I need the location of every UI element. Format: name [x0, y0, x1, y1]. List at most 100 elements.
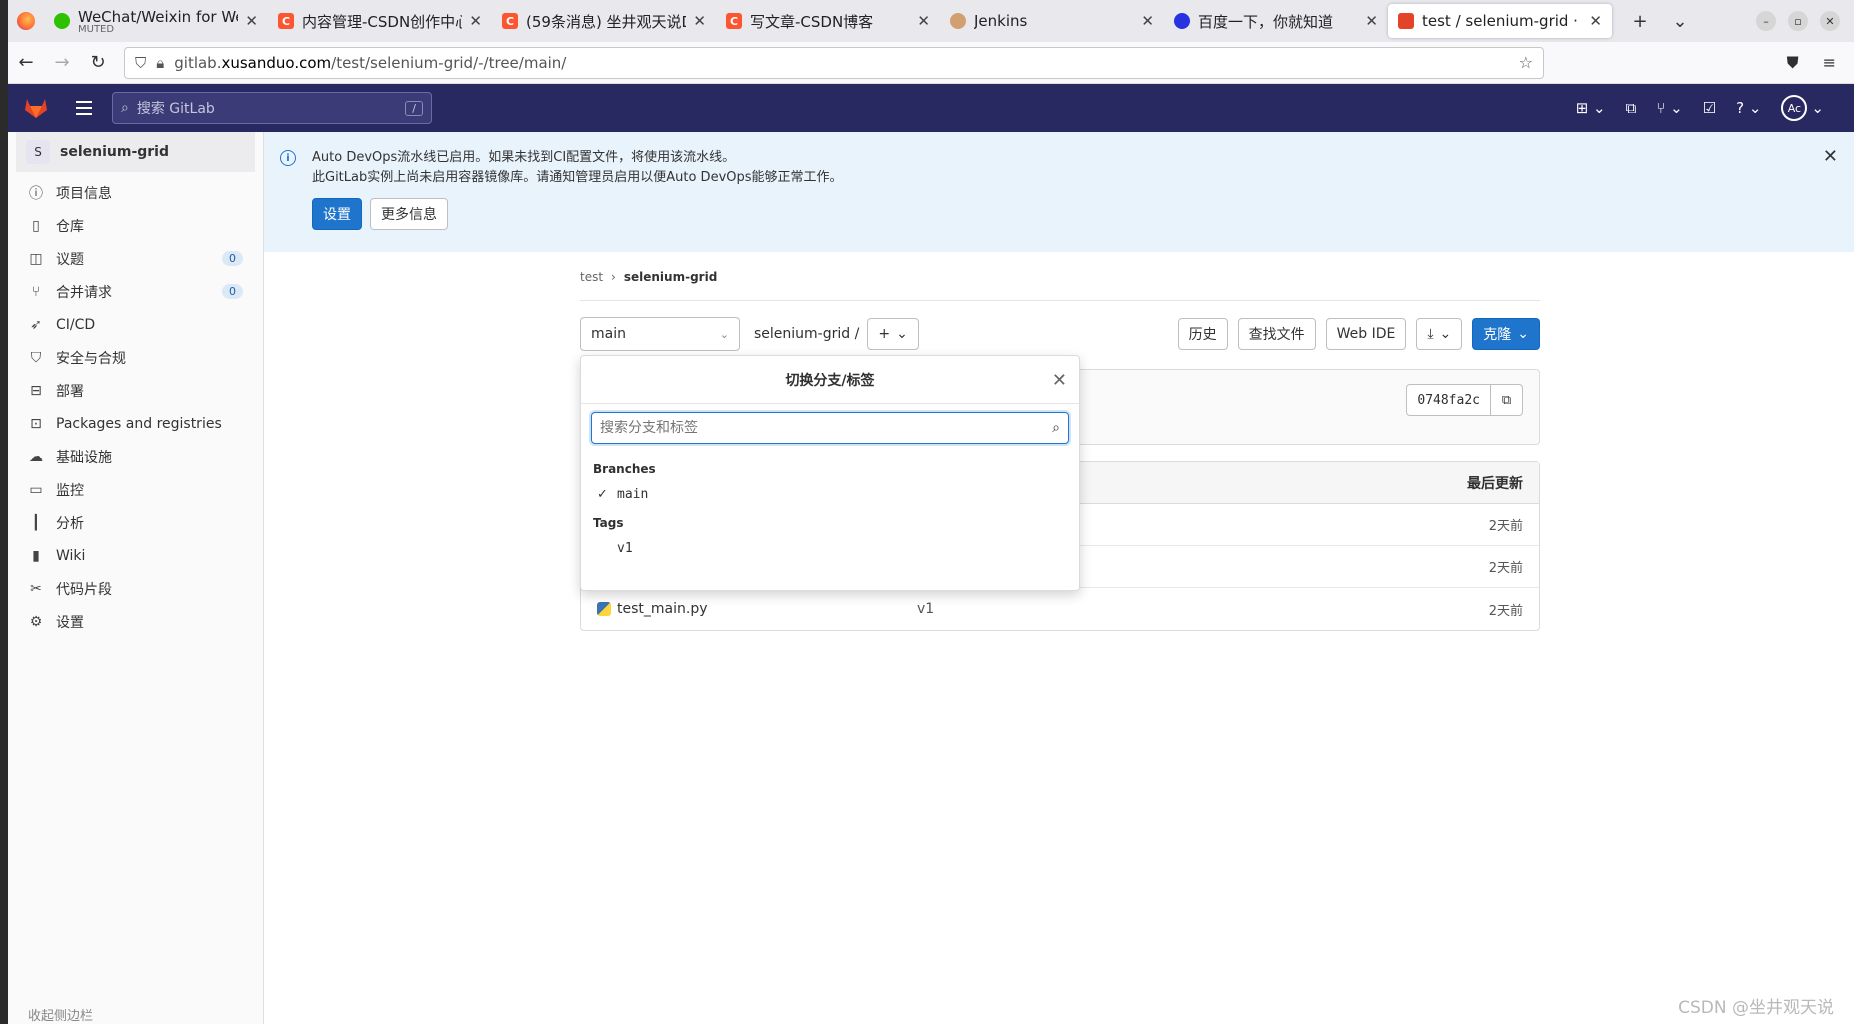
- sidebar-item-wiki[interactable]: ▮ Wiki: [8, 539, 263, 572]
- sidebar-item-project-info[interactable]: ⓘ 项目信息: [8, 176, 263, 209]
- maximize-icon[interactable]: ▫: [1788, 11, 1808, 31]
- banner-settings-button[interactable]: 设置: [312, 198, 362, 230]
- sidebar-item-repository[interactable]: ▯ 仓库: [8, 209, 263, 242]
- sidebar-item-security[interactable]: ⛉ 安全与合规: [8, 341, 263, 374]
- browser-nav-bar: ← → ↻ ⛉ 🔒︎ gitlab.xusanduo.com/test/sele…: [8, 42, 1854, 84]
- sidebar-item-snippets[interactable]: ✂ 代码片段: [8, 572, 263, 605]
- csdn-icon: C: [502, 13, 518, 29]
- issues-icon[interactable]: ⧉: [1626, 99, 1637, 117]
- project-avatar: S: [26, 140, 50, 164]
- merge-requests-icon[interactable]: ⑂ ⌄: [1656, 99, 1682, 117]
- web-ide-button[interactable]: Web IDE: [1325, 318, 1407, 350]
- forward-icon[interactable]: →: [44, 52, 80, 73]
- gitlab-logo-icon[interactable]: [8, 97, 64, 119]
- close-tab-icon[interactable]: ✕: [245, 12, 258, 30]
- banner-more-info-button[interactable]: 更多信息: [370, 198, 448, 230]
- dropdown-title: 切换分支/标签: [785, 372, 875, 389]
- main-menu-icon[interactable]: [64, 101, 104, 115]
- tab-csdn-content[interactable]: C 内容管理-CSDN创作中心 ✕: [268, 4, 492, 38]
- download-button[interactable]: ⤓ ⌄: [1416, 318, 1463, 350]
- clone-button[interactable]: 克隆 ⌄: [1472, 318, 1540, 350]
- sidebar-item-label: Packages and registries: [56, 415, 222, 432]
- tab-csdn-write[interactable]: C 写文章-CSDN博客 ✕: [716, 4, 940, 38]
- help-icon[interactable]: ? ⌄: [1736, 99, 1761, 117]
- sidebar-item-issues[interactable]: ◫ 议题 0: [8, 242, 263, 275]
- sidebar-item-packages[interactable]: ⊡ Packages and registries: [8, 407, 263, 440]
- close-tab-icon[interactable]: ✕: [1589, 12, 1602, 30]
- branch-selector[interactable]: main ⌄: [580, 317, 740, 351]
- sidebar-item-analytics[interactable]: ┃ 分析: [8, 506, 263, 539]
- collapse-sidebar-button[interactable]: 收起侧边栏: [28, 1005, 93, 1024]
- firefox-menu-icon[interactable]: [8, 0, 44, 42]
- back-icon[interactable]: ←: [8, 52, 44, 73]
- close-icon[interactable]: ✕: [1823, 146, 1838, 167]
- find-file-button[interactable]: 查找文件: [1237, 318, 1316, 350]
- commit-sha[interactable]: 0748fa2c: [1406, 384, 1491, 416]
- avatar: Ac: [1781, 95, 1808, 121]
- sidebar-item-label: 分析: [56, 515, 84, 532]
- close-tab-icon[interactable]: ✕: [693, 12, 706, 30]
- minimize-icon[interactable]: –: [1756, 11, 1776, 31]
- branch-search-input[interactable]: [600, 420, 1053, 436]
- tab-wechat[interactable]: WeChat/Weixin for Web MUTED ✕: [44, 4, 268, 38]
- jenkins-icon: [950, 13, 966, 29]
- sidebar-item-label: 合并请求: [56, 284, 112, 301]
- history-button[interactable]: 历史: [1177, 318, 1228, 350]
- sidebar-item-cicd[interactable]: ➶ CI/CD: [8, 308, 263, 341]
- file-name[interactable]: test_main.py: [617, 601, 708, 617]
- create-new-icon[interactable]: ⊞ ⌄: [1576, 99, 1606, 117]
- tab-gitlab[interactable]: test / selenium-grid · GitL ✕: [1388, 4, 1612, 38]
- breadcrumb-group-link[interactable]: test: [580, 270, 603, 284]
- tab-csdn-messages[interactable]: C (59条消息) 坐井观天说De ✕: [492, 4, 716, 38]
- app-menu-icon[interactable]: ≡: [1823, 53, 1836, 73]
- sidebar-item-deployments[interactable]: ⊟ 部署: [8, 374, 263, 407]
- pocket-icon[interactable]: ⛊: [1787, 53, 1799, 73]
- branch-name: main: [617, 486, 649, 502]
- watermark: CSDN @坐井观天说: [1678, 998, 1834, 1018]
- scissors-icon: ✂: [30, 580, 42, 597]
- repo-toolbar: main ⌄ selenium-grid / + ⌄ 历史 查找文件 Web I…: [580, 317, 1540, 351]
- repo-path[interactable]: selenium-grid /: [754, 326, 859, 342]
- info-icon: ⓘ: [29, 185, 43, 202]
- browser-tab-bar: WeChat/Weixin for Web MUTED ✕ C 内容管理-CSDN…: [8, 0, 1854, 42]
- shield-icon[interactable]: ⛉: [135, 54, 146, 72]
- doc-icon: ▯: [32, 217, 40, 234]
- add-to-tree-button[interactable]: + ⌄: [867, 318, 919, 350]
- tab-jenkins[interactable]: Jenkins ✕: [940, 4, 1164, 38]
- sidebar-item-label: 安全与合规: [56, 350, 126, 367]
- sidebar-item-merge-requests[interactable]: ⑂ 合并请求 0: [8, 275, 263, 308]
- gitlab-search-input[interactable]: ⌕ 搜索 GitLab /: [112, 92, 432, 124]
- close-tab-icon[interactable]: ✕: [1365, 12, 1378, 30]
- commit-message[interactable]: v1: [917, 601, 934, 617]
- bookmark-star-icon[interactable]: ☆: [1519, 53, 1533, 72]
- branch-item-main[interactable]: ✓ main: [581, 480, 1079, 508]
- tag-item-v1[interactable]: v1: [581, 534, 1079, 562]
- todos-icon[interactable]: ☑: [1703, 99, 1716, 117]
- breadcrumb-project-link[interactable]: selenium-grid: [624, 270, 717, 284]
- user-menu[interactable]: Ac ⌄: [1781, 95, 1824, 121]
- close-icon[interactable]: ✕: [1052, 370, 1067, 391]
- url-bar[interactable]: ⛉ 🔒︎ gitlab.xusanduo.com/test/selenium-g…: [124, 46, 1544, 79]
- close-window-icon[interactable]: ✕: [1820, 11, 1840, 31]
- tab-list-chevron-icon[interactable]: ⌄: [1660, 11, 1700, 32]
- sidebar-project-header[interactable]: S selenium-grid: [16, 132, 255, 172]
- tab-title: Jenkins: [974, 12, 1028, 30]
- table-row[interactable]: test_main.py v1 2天前: [581, 588, 1539, 630]
- lock-icon[interactable]: 🔒︎: [156, 54, 164, 72]
- sidebar-item-settings[interactable]: ⚙ 设置: [8, 605, 263, 638]
- gear-icon: ⚙: [29, 613, 43, 630]
- file-name-cell[interactable]: test_main.py: [597, 601, 917, 617]
- project-sidebar: S selenium-grid ⓘ 项目信息 ▯ 仓库 ◫ 议题 0 ⑂ 合并请求 0 ➶ C…: [8, 132, 264, 1024]
- new-tab-icon[interactable]: +: [1620, 11, 1660, 32]
- sidebar-item-label: 设置: [56, 614, 84, 631]
- sidebar-item-infrastructure[interactable]: ☁ 基础设施: [8, 440, 263, 473]
- reload-icon[interactable]: ↻: [80, 52, 116, 73]
- copy-icon[interactable]: ⧉: [1491, 384, 1523, 416]
- close-tab-icon[interactable]: ✕: [1141, 12, 1154, 30]
- close-tab-icon[interactable]: ✕: [469, 12, 482, 30]
- tab-baidu[interactable]: 百度一下，你就知道 ✕: [1164, 4, 1388, 38]
- close-tab-icon[interactable]: ✕: [917, 12, 930, 30]
- branch-search-field[interactable]: ⌕: [591, 412, 1069, 444]
- check-icon: ✓: [597, 486, 608, 502]
- sidebar-item-monitor[interactable]: ▭ 监控: [8, 473, 263, 506]
